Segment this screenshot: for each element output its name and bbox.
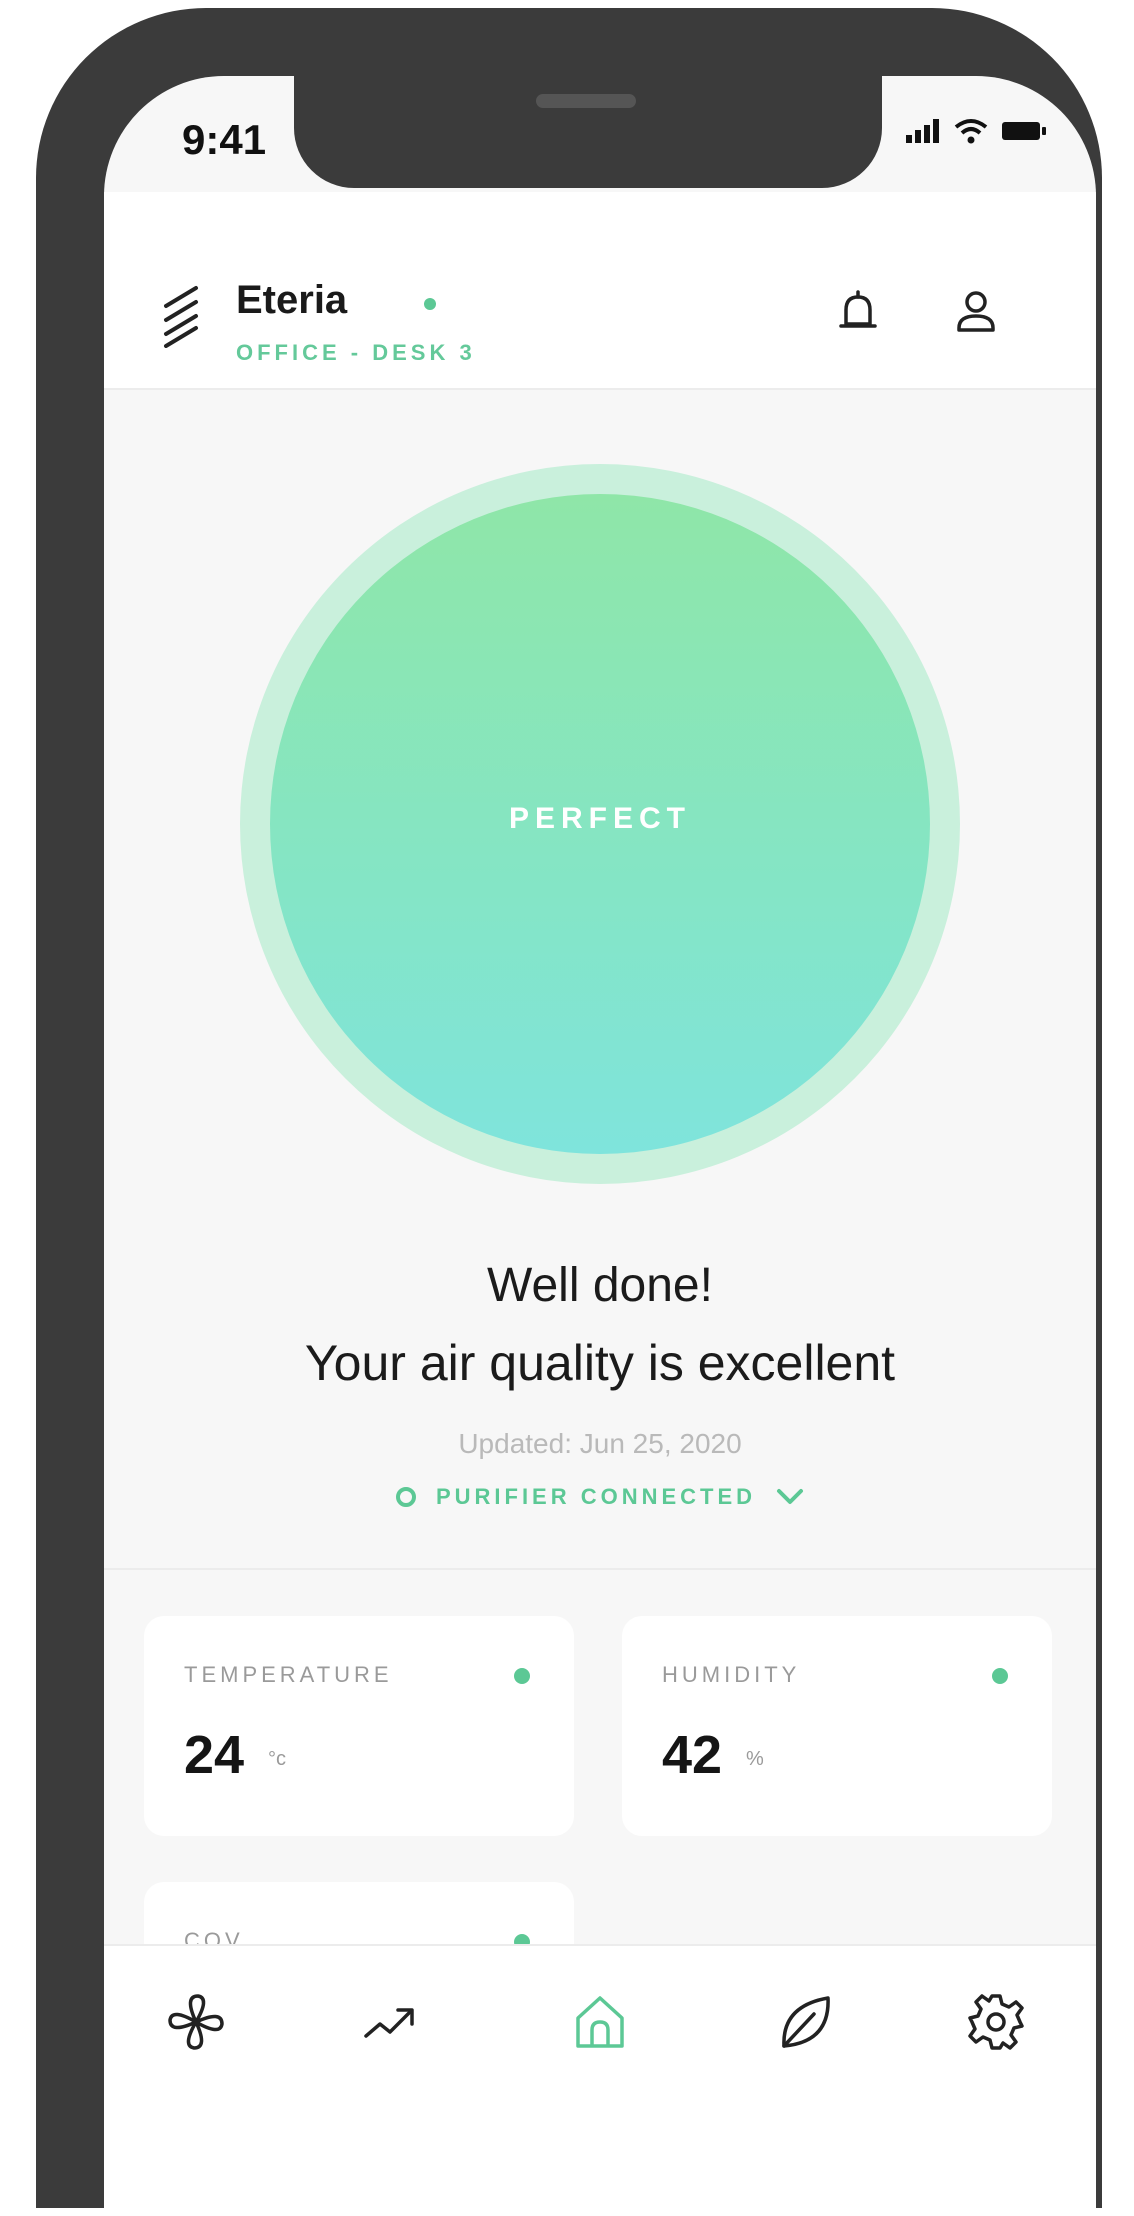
updated-timestamp: Updated: Jun 25, 2020 <box>458 1428 742 1459</box>
home-icon[interactable] <box>568 1990 632 2054</box>
status-headline: Well done! <box>487 1259 713 1312</box>
app-name: Eteria <box>236 278 348 322</box>
status-icons <box>906 118 1046 144</box>
app-header: Eteria OFFICE - DESK 3 <box>104 192 1096 390</box>
section-divider <box>104 1568 1096 1570</box>
leaf-icon[interactable] <box>774 1990 838 2054</box>
status-dot <box>992 1668 1008 1684</box>
bottom-tab-bar <box>104 1944 1096 2216</box>
temperature-value: 24 <box>184 1725 245 1785</box>
quality-label: PERFECT <box>508 802 691 835</box>
location-label[interactable]: OFFICE - DESK 3 <box>236 340 476 366</box>
status-time: 9:41 <box>182 116 267 163</box>
status-dot <box>514 1668 530 1684</box>
temperature-unit: °c <box>268 1748 286 1770</box>
speaker <box>536 94 636 108</box>
connection-label: PURIFIER CONNECTED <box>435 1484 757 1509</box>
user-icon[interactable] <box>954 288 998 338</box>
humidity-card[interactable]: HUMIDITY 42 % <box>622 1616 1052 1836</box>
gear-icon[interactable] <box>964 1990 1028 2054</box>
fan-icon[interactable] <box>164 1990 228 2054</box>
temperature-card[interactable]: TEMPERATURE 24 °c <box>144 1616 574 1836</box>
humidity-value: 42 <box>662 1725 723 1785</box>
card-label: HUMIDITY <box>662 1662 801 1687</box>
air-quality-core: PERFECT <box>270 494 930 1154</box>
purifier-status-toggle[interactable]: PURIFIER CONNECTED <box>104 1484 1096 1510</box>
signal-icon <box>906 119 939 143</box>
menu-icon[interactable] <box>162 284 202 348</box>
wifi-icon <box>954 119 988 144</box>
connection-ring-icon <box>395 1487 416 1507</box>
chevron-down-icon <box>777 1489 804 1504</box>
online-dot <box>424 298 436 310</box>
air-quality-gauge[interactable]: PERFECT <box>240 464 960 1184</box>
status-message: Your air quality is excellent <box>304 1335 896 1391</box>
humidity-unit: % <box>746 1748 764 1770</box>
app-screen: 9:41 Eteria OFFICE - DESK 3 PERFECT Well… <box>104 76 1096 2216</box>
bell-icon[interactable] <box>838 288 878 338</box>
card-label: TEMPERATURE <box>184 1662 393 1687</box>
trend-icon[interactable] <box>360 1990 424 2054</box>
notch <box>294 76 882 188</box>
battery-icon <box>1002 122 1046 140</box>
